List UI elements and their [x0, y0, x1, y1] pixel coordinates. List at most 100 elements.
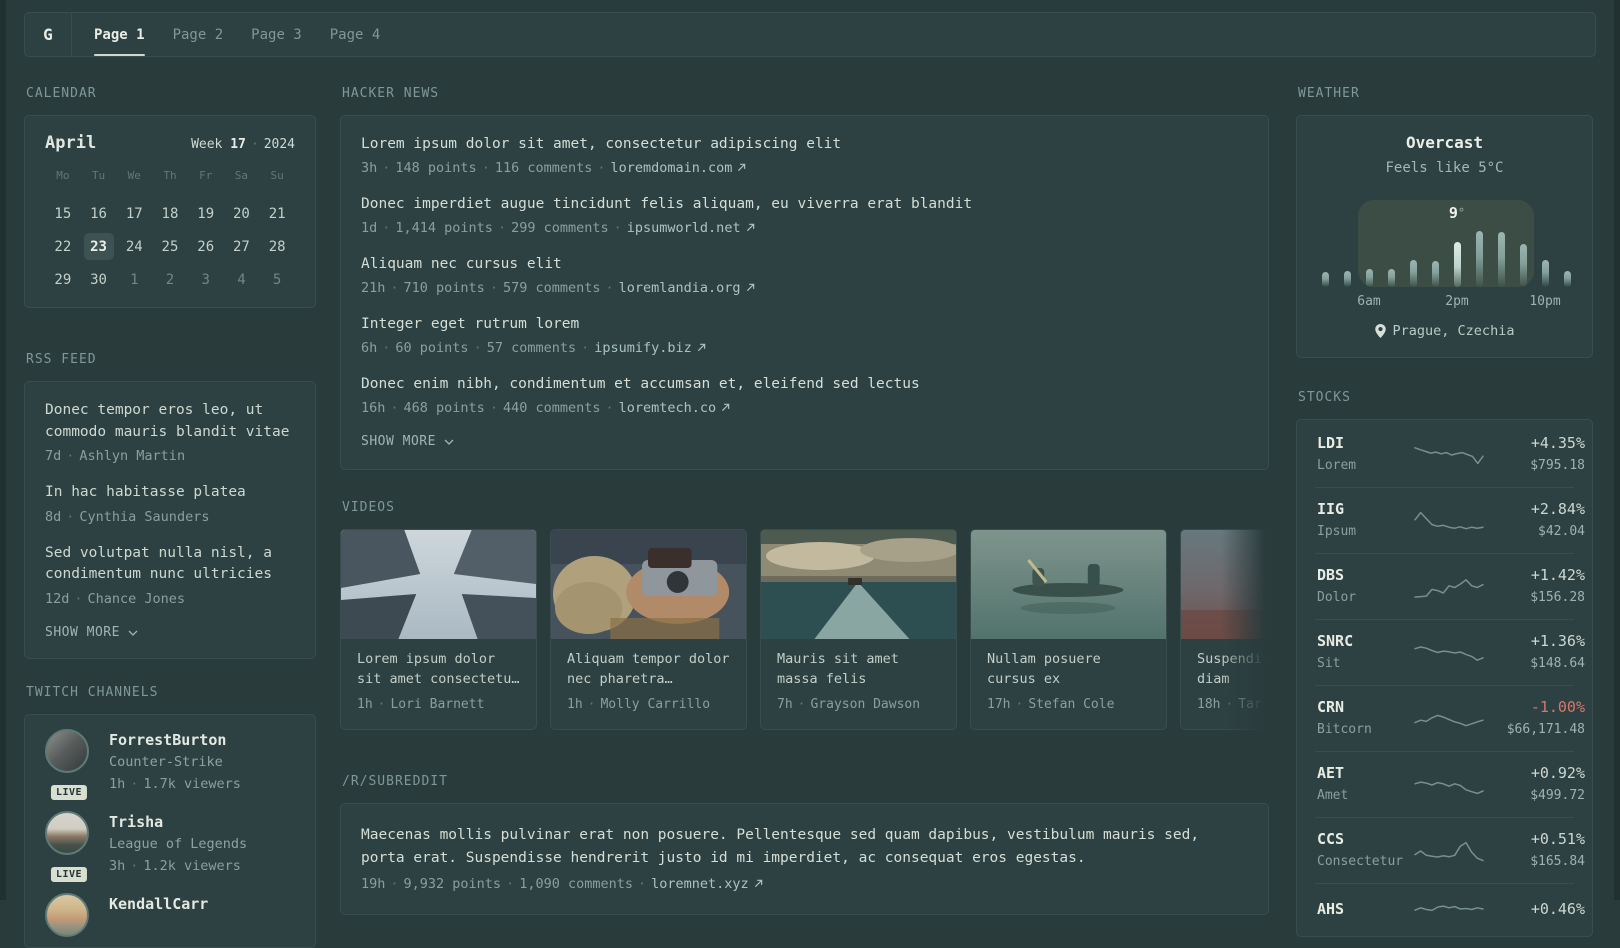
channel-name: ForrestBurton: [109, 730, 227, 749]
calendar-day-headers: Mo Tu We Th Fr Sa Su: [45, 168, 295, 188]
calendar-day: 28: [268, 238, 286, 255]
stocks-section: STOCKS LDI Lorem +4.35% $795.18 IIG Ipsum +…: [1296, 388, 1593, 937]
twitch-channel[interactable]: LIVE ForrestBurton Counter-Strike 1h · 1.7…: [45, 728, 295, 802]
weather-section-title: WEATHER: [1298, 86, 1360, 101]
calendar-day: 5: [272, 271, 282, 288]
hn-item-domain-link[interactable]: loremtech.co: [619, 400, 717, 416]
nav-tabs: Page 1 Page 2 Page 3 Page 4: [94, 13, 380, 56]
avatar: [45, 892, 93, 937]
weather-time-labels: 6am 2pm 10pm: [1313, 294, 1576, 310]
chevron-down-icon: [128, 630, 138, 636]
stock-row[interactable]: CRN Bitcorn -1.00% $66,171.48: [1315, 685, 1585, 751]
rss-item-title[interactable]: Sed volutpat nulla nisl, a condimentum n…: [45, 543, 295, 586]
stock-row[interactable]: LDI Lorem +4.35% $795.18: [1315, 422, 1585, 487]
tab-page-3[interactable]: Page 3: [251, 13, 302, 56]
hn-item-title[interactable]: Aliquam nec cursus elit: [361, 254, 1248, 275]
time-label: 2pm: [1445, 294, 1469, 309]
tab-page-1[interactable]: Page 1: [94, 13, 145, 56]
hn-item: Donec imperdiet augue tincidunt felis al…: [361, 194, 1248, 238]
video-card[interactable]: Lorem ipsum dolor sit amet consectetu… 1…: [340, 529, 537, 730]
stock-change: +0.92%: [1530, 764, 1585, 782]
hn-item-domain-link[interactable]: ipsumworld.net: [627, 220, 741, 236]
stock-ticker: LDI: [1317, 434, 1345, 452]
video-meta: 1h · Lori Barnett: [357, 697, 485, 712]
calendar-day: 20: [232, 205, 250, 222]
video-card[interactable]: Suspendis diam 18h · Tara: [1180, 529, 1269, 730]
calendar-day: 17: [125, 205, 143, 222]
weather-bar: [1542, 260, 1549, 287]
weather-location: Prague, Czechia: [1313, 323, 1576, 339]
video-card[interactable]: Nullam posuere cursus ex 17h · Stefan Cole: [970, 529, 1167, 730]
stock-sparkline: [1413, 506, 1485, 536]
stock-row[interactable]: AET Amet +0.92% $499.72: [1315, 751, 1585, 817]
weather-bar: [1388, 269, 1395, 287]
hackernews-section-title: HACKER NEWS: [342, 86, 440, 101]
hn-item-domain-link[interactable]: loremlandia.org: [619, 280, 741, 296]
video-title: Lorem ipsum dolor sit amet consectetu…: [357, 651, 520, 687]
tab-page-4[interactable]: Page 4: [330, 13, 381, 56]
app-logo[interactable]: G: [25, 13, 72, 56]
window-edge-left: [0, 0, 6, 900]
video-meta: 17h · Stefan Cole: [987, 697, 1115, 712]
external-link-icon: [746, 223, 754, 232]
stock-sparkline: [1413, 770, 1485, 800]
time-label: 6am: [1357, 294, 1381, 309]
video-title: Suspendis diam: [1197, 651, 1269, 687]
stock-change: +2.84%: [1530, 500, 1585, 518]
stock-sparkline: [1413, 704, 1485, 734]
video-title: Aliquam tempor dolor nec pharetra…: [567, 651, 730, 687]
stock-row[interactable]: IIG Ipsum +2.84% $42.04: [1315, 487, 1585, 553]
weather-bar: [1454, 242, 1461, 287]
stock-name: Bitcorn: [1317, 722, 1372, 737]
stock-ticker: AHS: [1317, 899, 1345, 918]
rss-item-meta: 8d · Cynthia Saunders: [45, 508, 210, 525]
hn-item-title[interactable]: Lorem ipsum dolor sit amet, consectetur …: [361, 134, 1248, 155]
stock-price: $66,171.48: [1506, 722, 1585, 737]
stock-row[interactable]: DBS Dolor +1.42% $156.28: [1315, 553, 1585, 619]
video-card[interactable]: Mauris sit amet massa felis 7h · Grayson D…: [760, 529, 957, 730]
calendar-day: 18: [161, 205, 179, 222]
hn-item-domain-link[interactable]: loremdomain.com: [611, 160, 733, 176]
subreddit-domain-link[interactable]: loremnet.xyz: [651, 876, 749, 892]
rss-item-title[interactable]: Donec tempor eros leo, ut commodo mauris…: [45, 400, 295, 443]
calendar-day: 19: [197, 205, 215, 222]
calendar-day: 3: [201, 271, 210, 288]
channel-meta: 1h · 1.7k viewers: [109, 775, 241, 792]
hn-show-more-button[interactable]: SHOW MORE: [361, 434, 1248, 449]
video-meta: 18h · Tara: [1197, 697, 1269, 712]
hn-item: Aliquam nec cursus elit 21h · 710 points · 5…: [361, 254, 1248, 298]
hn-item-title[interactable]: Donec enim nibh, condimentum et accumsan…: [361, 374, 1248, 395]
tab-page-2[interactable]: Page 2: [173, 13, 224, 56]
twitch-channel[interactable]: KendallCarr: [45, 892, 295, 937]
time-label: 10pm: [1529, 294, 1561, 309]
hn-item-title[interactable]: Integer eget rutrum lorem: [361, 314, 1248, 335]
weather-bar: [1322, 272, 1329, 287]
stocks-section-title: STOCKS: [1298, 390, 1351, 405]
rss-show-more-button[interactable]: SHOW MORE: [45, 625, 295, 640]
external-link-icon: [722, 403, 730, 412]
video-title: Nullam posuere cursus ex: [987, 651, 1101, 687]
hn-item-title[interactable]: Donec imperdiet augue tincidunt felis al…: [361, 194, 1248, 215]
stock-sparkline: [1413, 638, 1485, 668]
stock-price: $42.04: [1538, 524, 1585, 539]
calendar-day: 15: [54, 205, 72, 222]
channel-name: Trisha: [109, 812, 164, 831]
hn-item-meta: 6h · 60 points · 57 comments · ipsumify.biz: [361, 338, 1248, 358]
video-thumbnail-canoe: [971, 530, 1166, 639]
calendar-day: 24: [125, 238, 143, 255]
stock-ticker: AET: [1317, 764, 1345, 782]
external-link-icon: [746, 283, 754, 292]
rss-section: RSS FEED Donec tempor eros leo, ut commo…: [24, 350, 316, 659]
video-card[interactable]: Aliquam tempor dolor nec pharetra… 1h · Mo…: [550, 529, 747, 730]
hn-item-domain-link[interactable]: ipsumify.biz: [594, 340, 692, 356]
rss-item-title[interactable]: In hac habitasse platea: [45, 482, 295, 504]
subreddit-post-title[interactable]: Maecenas mollis pulvinar erat non posuer…: [361, 824, 1221, 870]
stock-row[interactable]: CCS Consectetur +0.51% $165.84: [1315, 817, 1585, 883]
stock-ticker: CCS: [1317, 830, 1345, 848]
stock-row[interactable]: AHS +0.46%: [1315, 883, 1585, 934]
stock-row[interactable]: SNRC Sit +1.36% $148.64: [1315, 619, 1585, 685]
stock-change: +0.51%: [1530, 830, 1585, 848]
hn-item: Integer eget rutrum lorem 6h · 60 points · 5…: [361, 314, 1248, 358]
stock-ticker: IIG: [1317, 500, 1345, 518]
twitch-channel[interactable]: LIVE Trisha League of Legends 3h · 1.2k vi…: [45, 810, 295, 884]
